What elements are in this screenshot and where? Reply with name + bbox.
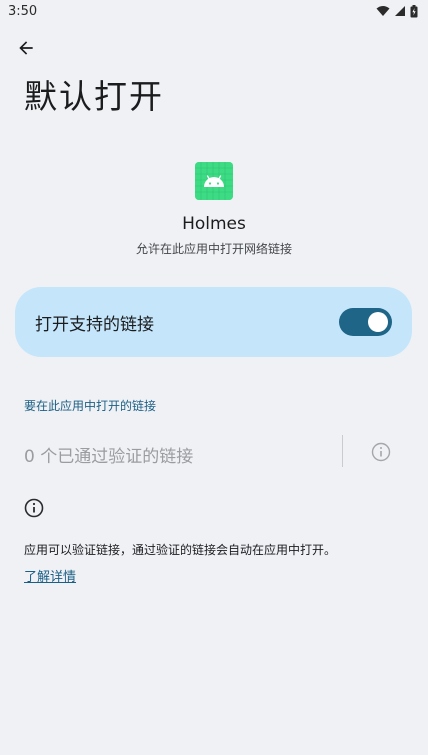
battery-icon: [410, 4, 418, 17]
signal-icon: [395, 6, 405, 16]
back-button[interactable]: [12, 34, 40, 62]
row-divider: [342, 435, 343, 467]
android-icon: [195, 162, 233, 200]
info-icon: [24, 498, 44, 518]
app-icon: [195, 162, 233, 200]
verified-links-row[interactable]: 0 个已通过验证的链接: [0, 430, 428, 474]
info-icon: [371, 442, 391, 462]
info-icon: [24, 498, 44, 518]
arrow-back-icon: [19, 41, 33, 55]
status-time: 3:50: [8, 3, 38, 19]
open-links-switch[interactable]: [339, 308, 392, 336]
open-supported-links-toggle-row[interactable]: 打开支持的链接: [15, 287, 412, 357]
toggle-label: 打开支持的链接: [35, 314, 154, 335]
verified-links-count: 0 个已通过验证的链接: [24, 447, 194, 467]
app-description: 允许在此应用中打开网络链接: [135, 242, 292, 256]
switch-thumb: [368, 312, 388, 332]
links-section-header: 要在此应用中打开的链接: [24, 399, 157, 413]
verified-links-info-button[interactable]: [371, 442, 391, 462]
status-bar: 3:50: [0, 0, 428, 22]
page-title: 默认打开: [24, 77, 164, 116]
wifi-icon: [376, 6, 390, 16]
app-name: Holmes: [182, 214, 246, 234]
learn-more-link[interactable]: 了解详情: [24, 566, 76, 585]
status-icons: [376, 4, 418, 18]
default-open-screen: 3:50 默认打开 Holmes 允许在此应用中打开网络链接 打开支持的链接 要…: [0, 0, 428, 755]
info-description: 应用可以验证链接，通过验证的链接会自动在应用中打开。: [24, 543, 337, 557]
